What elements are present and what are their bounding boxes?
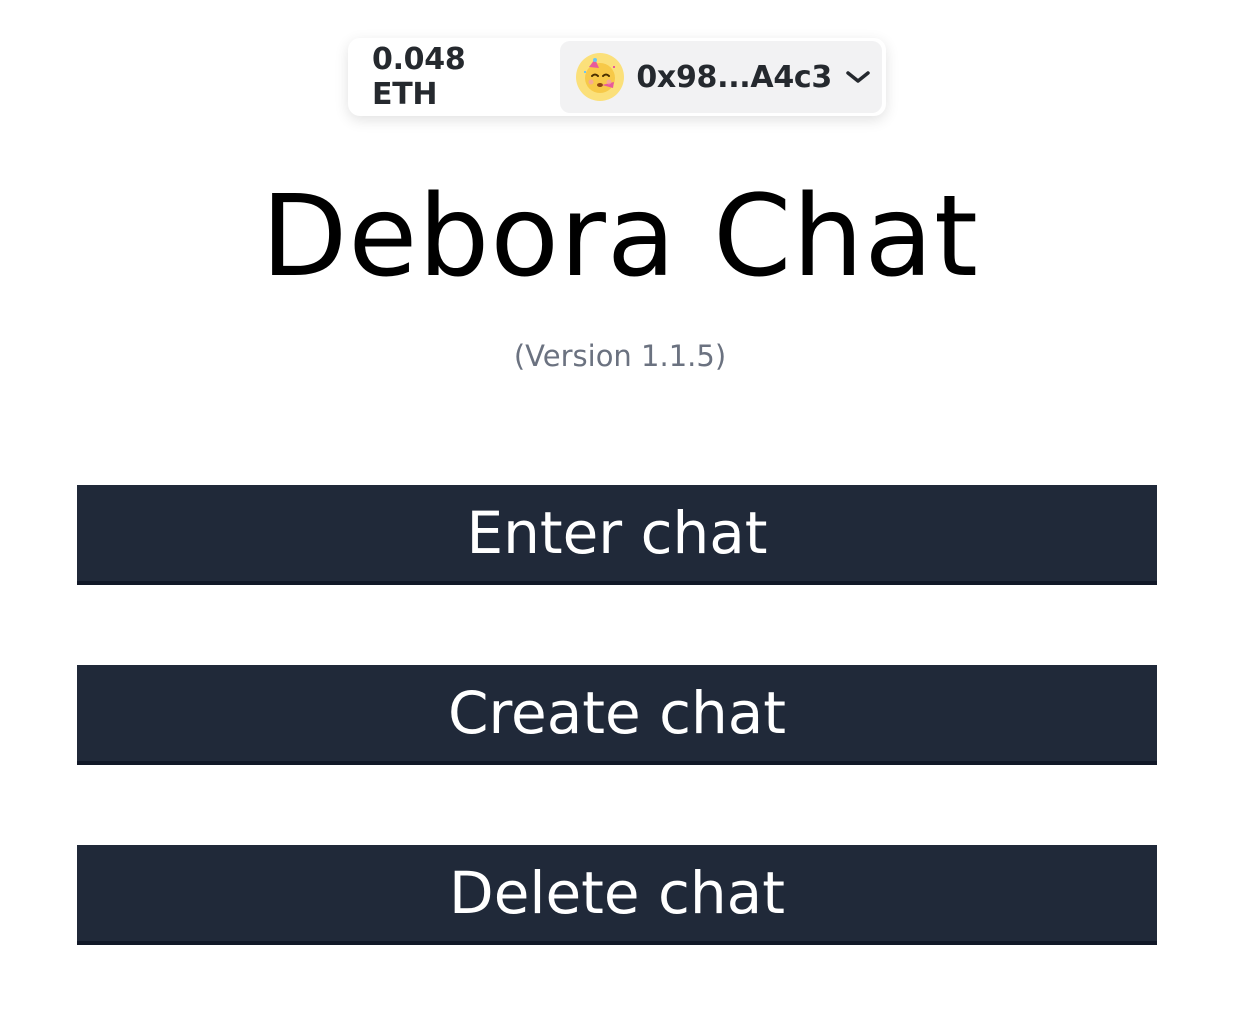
avatar [576, 53, 625, 101]
create-chat-button[interactable]: Create chat [77, 665, 1157, 765]
enter-chat-button[interactable]: Enter chat [77, 485, 1157, 585]
eth-balance[interactable]: 0.048 ETH [348, 38, 560, 116]
chevron-down-icon [844, 67, 872, 87]
wallet-connect-bar: 0.048 ETH 0x98...A4c3 [348, 38, 886, 116]
account-button[interactable]: 0x98...A4c3 [560, 41, 882, 113]
party-face-icon [584, 58, 616, 93]
wallet-address: 0x98...A4c3 [636, 59, 832, 95]
delete-chat-button[interactable]: Delete chat [77, 845, 1157, 945]
page-title: Debora Chat [261, 172, 979, 302]
version-label: (Version 1.1.5) [513, 339, 727, 373]
